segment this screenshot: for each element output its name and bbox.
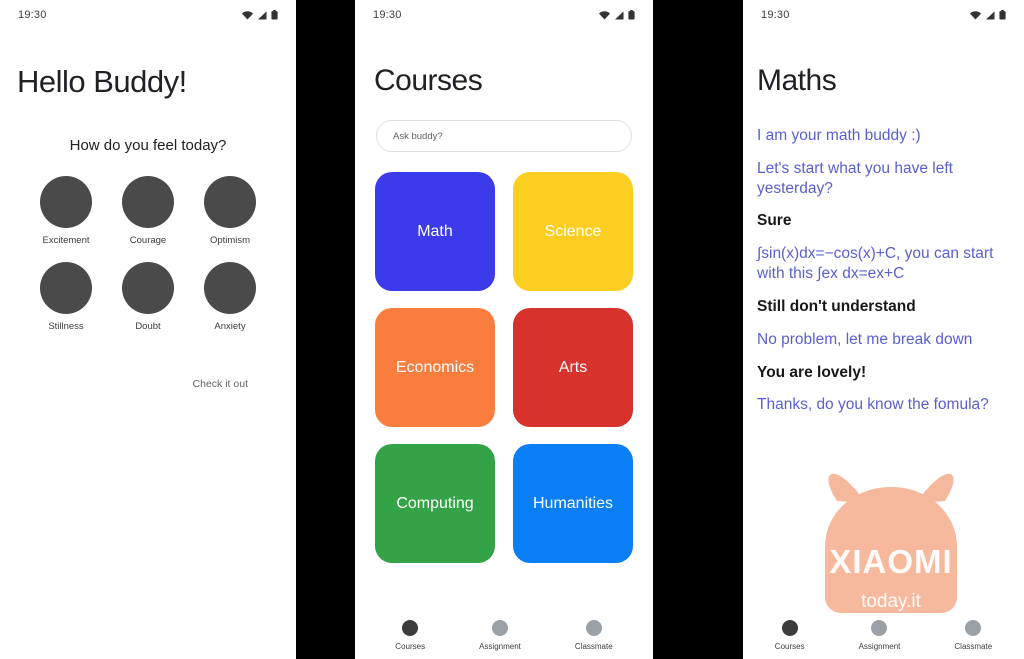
page-title: Maths	[757, 64, 837, 97]
nav-label: Courses	[395, 642, 426, 651]
course-tile-computing[interactable]: Computing	[375, 444, 495, 563]
course-tile-science[interactable]: Science	[513, 172, 633, 291]
mood-option-excitement[interactable]: Excitement	[25, 176, 107, 246]
cellular-signal-icon	[615, 10, 624, 19]
mood-label: Doubt	[135, 321, 161, 332]
status-time: 19:30	[18, 9, 47, 21]
mood-label: Optimism	[209, 235, 251, 246]
screenshot-stage: 19:30 Hello Buddy! How do you feel today…	[0, 0, 1024, 659]
check-it-out-link[interactable]: Check it out	[0, 378, 296, 390]
chat-message-buddy: ∫sin(x)dx=−cos(x)+C, you can start with …	[757, 245, 994, 283]
status-icons	[970, 10, 1006, 20]
course-tile-label: Arts	[558, 358, 588, 376]
watermark-brand: XIAOMI	[829, 543, 952, 580]
mood-circle-icon	[122, 176, 174, 228]
course-tile-label: Math	[417, 222, 453, 240]
wifi-icon	[970, 10, 981, 19]
nav-item-assignment[interactable]: Assignment	[858, 620, 901, 651]
course-tile-economics[interactable]: Economics	[375, 308, 495, 427]
bottom-navigation: Courses Assignment Classmate	[743, 620, 1024, 651]
course-tile-label: Humanities	[532, 494, 614, 512]
status-bar: 19:30	[0, 0, 296, 30]
status-icons	[599, 10, 635, 20]
course-tile-label: Economics	[395, 358, 475, 376]
course-tile-label: Computing	[396, 494, 474, 512]
page-title-wrap: Courses	[355, 30, 653, 96]
chat-message-user: Sure	[757, 212, 792, 230]
assignment-icon	[871, 620, 888, 636]
classmate-icon	[965, 620, 982, 636]
mood-circle-icon	[40, 176, 92, 228]
mood-label: Anxiety	[214, 321, 246, 332]
chat-message-buddy: Thanks, do you know the fomula?	[757, 396, 989, 414]
bottom-navigation: Courses Assignment Classmate	[355, 620, 653, 651]
nav-item-courses[interactable]: Courses	[395, 620, 425, 651]
page-title: Hello Buddy!	[17, 64, 187, 99]
phone-screen-maths-chat: 19:30 Maths I am your math buddy :) Let'…	[743, 0, 1024, 659]
mood-circle-icon	[204, 262, 256, 314]
course-grid: Math Science Economics Arts Computing Hu…	[375, 172, 633, 563]
status-bar: 19:30	[355, 0, 653, 30]
assignment-icon	[491, 620, 508, 636]
page-title-wrap: Maths	[743, 30, 1024, 96]
course-tile-label: Science	[544, 222, 602, 240]
battery-icon	[628, 10, 635, 20]
nav-item-assignment[interactable]: Assignment	[479, 620, 521, 651]
xiaomi-today-watermark: XIAOMI today.it	[825, 473, 957, 613]
wifi-icon	[242, 10, 253, 19]
page-title: Courses	[374, 64, 483, 97]
chat-message-buddy: I am your math buddy :)	[757, 127, 921, 144]
nav-item-classmate[interactable]: Classmate	[954, 620, 992, 651]
page-title-wrap: Hello Buddy!	[0, 30, 296, 97]
status-time: 19:30	[761, 9, 790, 21]
chat-message-user: You are lovely!	[757, 363, 867, 381]
status-icons	[242, 10, 278, 20]
courses-icon	[781, 620, 798, 636]
nav-label: Assignment	[858, 642, 901, 651]
chat-message-buddy: Let's start what you have left yesterday…	[757, 159, 953, 197]
chat-message-user: Still don't understand	[757, 297, 916, 315]
courses-icon	[402, 620, 419, 636]
mood-option-anxiety[interactable]: Anxiety	[189, 262, 271, 332]
mood-option-courage[interactable]: Courage	[107, 176, 189, 246]
chat-thread: I am your math buddy :) Let's start what…	[743, 96, 1024, 415]
course-tile-math[interactable]: Math	[375, 172, 495, 291]
status-bar: 19:30	[743, 0, 1024, 30]
mood-option-optimism[interactable]: Optimism	[189, 176, 271, 246]
cellular-signal-icon	[986, 10, 995, 19]
mood-label: Stillness	[48, 321, 84, 332]
mood-label: Courage	[129, 235, 167, 246]
nav-item-classmate[interactable]: Classmate	[575, 620, 613, 651]
mood-question: How do you feel today?	[69, 137, 227, 154]
mood-grid: Excitement Courage Optimism Stillness Do…	[25, 176, 271, 332]
course-tile-arts[interactable]: Arts	[513, 308, 633, 427]
mood-label: Excitement	[42, 235, 90, 246]
phone-screen-home: 19:30 Hello Buddy! How do you feel today…	[0, 0, 296, 659]
nav-label: Courses	[774, 642, 805, 651]
battery-icon	[271, 10, 278, 20]
course-tile-humanities[interactable]: Humanities	[513, 444, 633, 563]
search-input[interactable]	[393, 130, 615, 142]
battery-icon	[999, 10, 1006, 20]
nav-label: Classmate	[954, 642, 993, 651]
nav-label: Assignment	[479, 642, 521, 651]
search-box[interactable]	[376, 120, 632, 152]
phone-screen-courses: 19:30 Courses Math Science Economics	[355, 0, 653, 659]
nav-item-courses[interactable]: Courses	[775, 620, 805, 651]
chat-message-buddy: No problem, let me break down	[757, 330, 973, 348]
wifi-icon	[599, 10, 610, 19]
cellular-signal-icon	[258, 10, 267, 19]
watermark-site: today.it	[861, 591, 922, 612]
mood-option-stillness[interactable]: Stillness	[25, 262, 107, 332]
mood-option-doubt[interactable]: Doubt	[107, 262, 189, 332]
classmate-icon	[585, 620, 602, 636]
nav-label: Classmate	[574, 642, 613, 651]
mood-circle-icon	[40, 262, 92, 314]
mood-circle-icon	[204, 176, 256, 228]
status-time: 19:30	[373, 9, 402, 21]
mood-circle-icon	[122, 262, 174, 314]
